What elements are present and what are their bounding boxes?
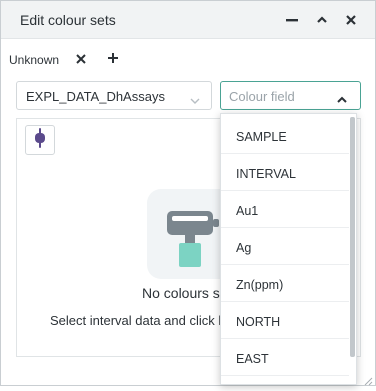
- colour-field-placeholder: Colour field: [229, 89, 295, 104]
- collapse-icon[interactable]: [312, 10, 332, 30]
- dropdown-option[interactable]: Ag: [221, 228, 349, 265]
- tab-bar: Unknown: [1, 39, 375, 77]
- paint-brush-icon: [163, 207, 227, 276]
- dropdown-option[interactable]: Au1: [221, 191, 349, 228]
- minimize-icon[interactable]: [282, 10, 302, 30]
- close-tab-icon[interactable]: [74, 52, 88, 66]
- resize-grip-icon[interactable]: [363, 373, 373, 386]
- empty-state-title: No colours s: [142, 285, 220, 301]
- colour-field-select[interactable]: Colour field: [220, 81, 361, 110]
- empty-state-hint: Select interval data and click h: [50, 313, 226, 328]
- dropdown-option[interactable]: NORTH: [221, 302, 349, 339]
- colour-picker-icon: [33, 127, 47, 154]
- chevron-up-icon: [337, 92, 347, 107]
- add-tab-icon[interactable]: [106, 51, 120, 65]
- dropdown-option[interactable]: Zn(ppm): [221, 265, 349, 302]
- dropdown-scrollbar[interactable]: [349, 114, 356, 384]
- dropdown-option[interactable]: EAST: [221, 339, 349, 376]
- table-select[interactable]: EXPL_DATA_DhAssays: [16, 81, 212, 110]
- edit-colour-sets-window: Edit colour sets Unknown EXPL_DATA_DhAss…: [0, 0, 376, 386]
- colour-field-dropdown: SAMPLE INTERVAL Au1 Ag Zn(ppm) NORTH EAS…: [220, 113, 357, 385]
- colour-picker-button[interactable]: [25, 125, 55, 155]
- dropdown-option[interactable]: INTERVAL: [221, 154, 349, 191]
- table-select-value: EXPL_DATA_DhAssays: [26, 89, 165, 104]
- tab-unknown[interactable]: Unknown: [9, 53, 59, 67]
- dropdown-option[interactable]: SAMPLE: [221, 117, 349, 154]
- title-bar: Edit colour sets: [1, 1, 375, 39]
- window-title: Edit colour sets: [20, 12, 116, 28]
- dropdown-scrollbar-thumb[interactable]: [350, 117, 355, 357]
- close-icon[interactable]: [341, 10, 361, 30]
- chevron-down-icon: [190, 93, 200, 108]
